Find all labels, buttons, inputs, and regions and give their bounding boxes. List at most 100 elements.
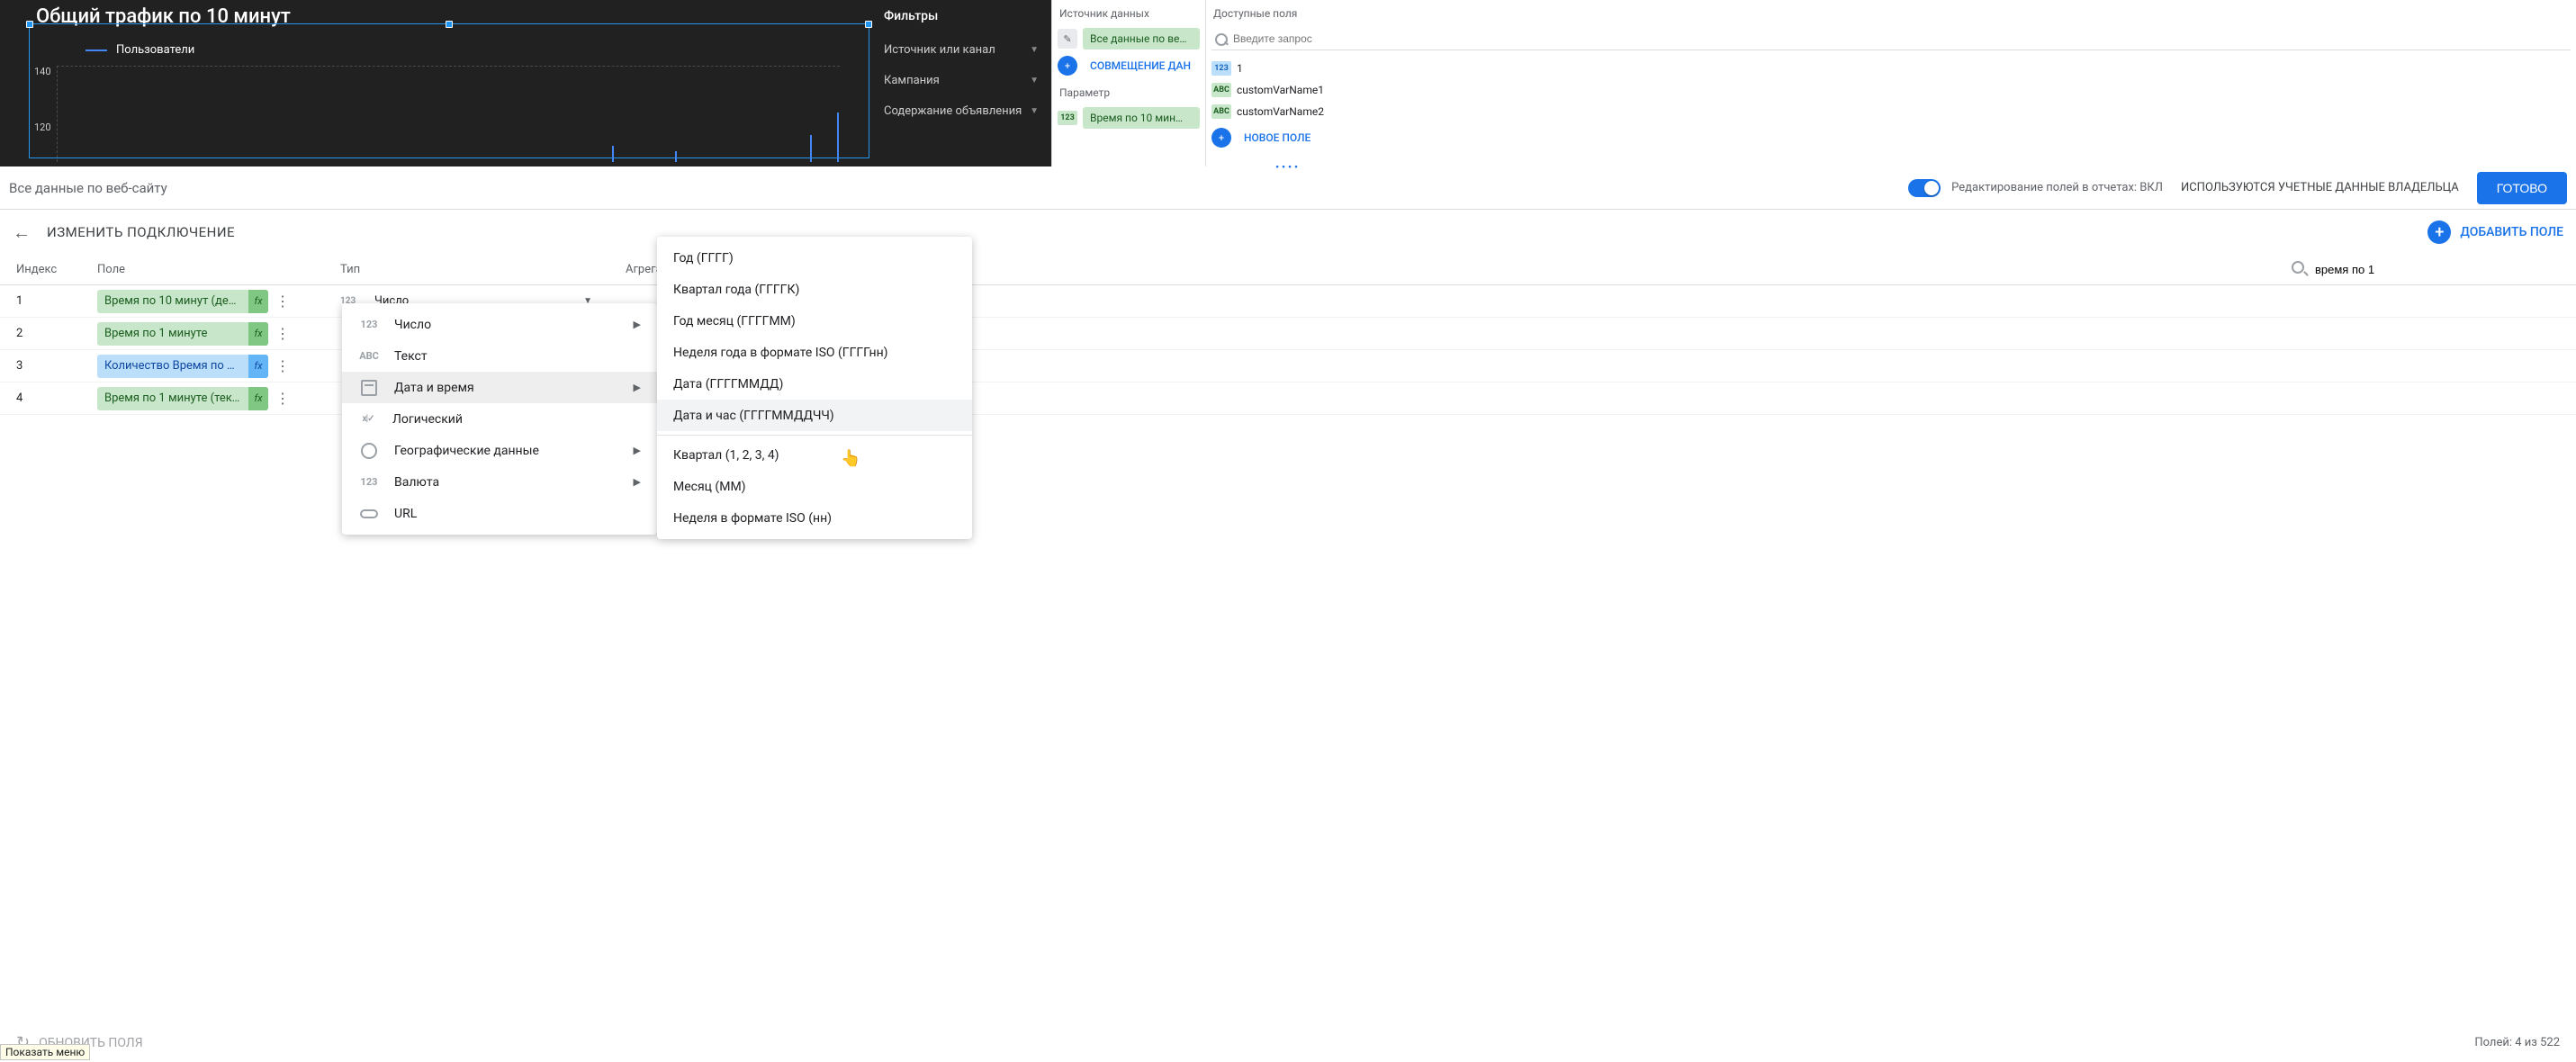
plus-icon: +: [2427, 220, 2451, 244]
fx-badge-icon: fx: [248, 322, 268, 346]
chevron-down-icon: ▼: [1030, 76, 1039, 86]
filters-title: Фильтры: [884, 9, 1039, 23]
filters-panel: Фильтры Источник или канал▼ Кампания▼ Со…: [871, 0, 1051, 166]
blend-data-row[interactable]: + СОВМЕЩЕНИЕ ДАН: [1058, 54, 1200, 77]
fields-table: Индекс Поле Тип Агрегация 1 Время по 10 …: [0, 255, 2576, 415]
row-field-cell: Время по 1 минутеfx ⋮: [97, 322, 340, 346]
available-field[interactable]: ABCcustomVarName1: [1211, 79, 2571, 101]
field-chip[interactable]: Время по 1 минуте (текс…fx: [97, 387, 268, 410]
row-index: 1: [16, 294, 97, 308]
chart-bar: [810, 135, 812, 162]
plus-icon[interactable]: +: [1058, 56, 1077, 76]
chevron-down-icon: ▼: [1030, 106, 1039, 116]
plus-icon[interactable]: +: [1211, 128, 1231, 148]
add-field-button[interactable]: + ДОБАВИТЬ ПОЛЕ: [2427, 220, 2563, 244]
pencil-icon[interactable]: ✎: [1058, 29, 1077, 49]
calendar-icon: [358, 379, 380, 397]
date-menu-item[interactable]: Дата и час (ГГГГММДДЧЧ): [657, 400, 972, 431]
done-button[interactable]: ГОТОВО: [2477, 172, 2567, 204]
type-menu-item[interactable]: x|✓Логический: [342, 403, 657, 435]
drag-handle-icon[interactable]: ••••: [1275, 161, 1301, 173]
param-chip: Время по 10 мин…: [1083, 107, 1200, 129]
new-field-link[interactable]: НОВОЕ ПОЛЕ: [1237, 127, 2571, 148]
date-submenu[interactable]: Год (ГГГГ)Квартал года (ГГГГК)Год месяц …: [657, 237, 972, 539]
boolean-icon: x|✓: [358, 410, 378, 428]
chevron-right-icon: ▶: [634, 445, 641, 456]
data-source-bar: •••• Все данные по веб-сайту Редактирова…: [0, 166, 2576, 210]
type-tag-abc: ABC: [1211, 83, 1231, 97]
data-source-chip-row[interactable]: ✎ Все данные по ве…: [1058, 27, 1200, 50]
chart-bar: [837, 112, 839, 162]
chart-bar: [675, 151, 677, 162]
type-menu-item[interactable]: 123Валюта▶: [342, 466, 657, 498]
new-field-row[interactable]: + НОВОЕ ПОЛЕ: [1211, 126, 2571, 149]
chevron-right-icon: ▶: [634, 382, 641, 393]
date-menu-item[interactable]: Квартал (1, 2, 3, 4): [657, 439, 972, 471]
date-menu-item[interactable]: Квартал года (ГГГГК): [657, 274, 972, 305]
filter-source[interactable]: Источник или канал▼: [884, 34, 1039, 65]
type-picker-menu[interactable]: 123Число▶ABCТекстДата и время▶x|✓Логичес…: [342, 303, 657, 535]
selection-handle[interactable]: [865, 21, 872, 28]
side-panel: Источник данных ✎ Все данные по ве… + СО…: [1051, 0, 2576, 166]
type-tag-abc: ABC: [1211, 104, 1231, 119]
date-menu-item[interactable]: Год (ГГГГ): [657, 242, 972, 274]
chevron-right-icon: ▶: [634, 319, 641, 330]
chart-legend: Пользователи: [86, 43, 194, 57]
field-chip[interactable]: Время по 10 минут (дек…fx: [97, 290, 268, 313]
field-chip[interactable]: Количество Время по 1 …fx: [97, 355, 268, 378]
more-icon[interactable]: ⋮: [274, 298, 292, 305]
chart-axis-grid: [57, 66, 840, 162]
more-icon[interactable]: ⋮: [274, 330, 292, 338]
table-search: [2290, 259, 2560, 280]
field-chip[interactable]: Время по 1 минутеfx: [97, 322, 268, 346]
side-panel-data-source: Источник данных ✎ Все данные по ве… + СО…: [1052, 0, 1205, 166]
filter-campaign[interactable]: Кампания▼: [884, 65, 1039, 95]
y-axis-tick: 120: [34, 122, 51, 133]
link-icon: [358, 505, 380, 523]
type-menu-item[interactable]: URL: [342, 498, 657, 529]
fx-badge-icon: fx: [248, 387, 268, 410]
date-menu-item[interactable]: Дата (ГГГГММДД): [657, 368, 972, 400]
connection-bar: ИЗМЕНИТЬ ПОДКЛЮЧЕНИЕ + ДОБАВИТЬ ПОЛЕ: [0, 210, 2576, 255]
globe-icon: [358, 442, 380, 460]
chart-area[interactable]: Общий трафик по 10 минут Пользователи 14…: [0, 0, 871, 166]
fx-badge-icon: fx: [248, 290, 268, 313]
type-tag-123: 123: [1058, 111, 1077, 125]
type-tag-123: 123: [1211, 61, 1231, 76]
selection-handle[interactable]: [446, 21, 453, 28]
blend-data-link[interactable]: СОВМЕЩЕНИЕ ДАН: [1083, 55, 1200, 76]
y-axis-tick: 140: [34, 66, 51, 77]
field-editing-toggle[interactable]: [1908, 179, 1941, 197]
selection-handle[interactable]: [26, 21, 33, 28]
back-arrow-icon[interactable]: [13, 221, 34, 243]
col-header-type: Тип: [340, 263, 592, 276]
date-menu-item[interactable]: Месяц (ММ): [657, 471, 972, 502]
connection-title: ИЗМЕНИТЬ ПОДКЛЮЧЕНИЕ: [47, 224, 235, 240]
available-field[interactable]: 1231: [1211, 58, 2571, 79]
date-menu-item[interactable]: Неделя в формате ISO (нн): [657, 502, 972, 534]
param-chip-row[interactable]: 123 Время по 10 мин…: [1058, 106, 1200, 130]
type-menu-item[interactable]: Дата и время▶: [342, 372, 657, 403]
table-search-input[interactable]: [2290, 259, 2560, 280]
field-count-label: Полей: 4 из 522: [2474, 1036, 2560, 1049]
legend-label: Пользователи: [116, 43, 194, 57]
row-field-cell: Время по 10 минут (дек…fx ⋮: [97, 290, 340, 313]
filter-ad-content[interactable]: Содержание объявления▼: [884, 95, 1039, 126]
type-menu-item[interactable]: Географические данные▶: [342, 435, 657, 466]
available-field[interactable]: ABCcustomVarName2: [1211, 101, 2571, 122]
field-search-input[interactable]: [1211, 27, 2571, 50]
text-icon: ABC: [358, 347, 380, 365]
row-index: 3: [16, 359, 97, 373]
more-icon[interactable]: ⋮: [274, 363, 292, 370]
number-icon: 123: [358, 316, 380, 334]
type-menu-item[interactable]: 123Число▶: [342, 309, 657, 340]
date-menu-item[interactable]: Год месяц (ГГГГММ): [657, 305, 972, 337]
table-header: Индекс Поле Тип Агрегация: [0, 255, 2576, 285]
side-panel-fields: Доступные поля 1231 ABCcustomVarName1 AB…: [1205, 0, 2576, 166]
type-menu-item[interactable]: ABCТекст: [342, 340, 657, 372]
data-source-title: Все данные по веб-сайту: [9, 180, 167, 196]
col-header-index: Индекс: [16, 263, 97, 276]
data-source-chip: Все данные по ве…: [1083, 28, 1200, 50]
date-menu-item[interactable]: Неделя года в формате ISO (ГГГГнн): [657, 337, 972, 368]
more-icon[interactable]: ⋮: [274, 395, 292, 402]
